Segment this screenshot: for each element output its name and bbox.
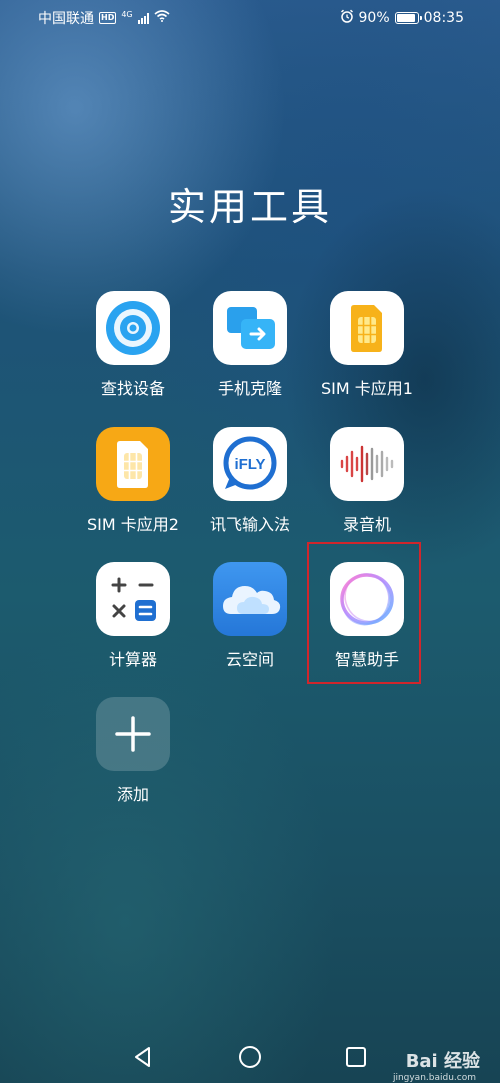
watermark: Bai 经验 [405, 1051, 480, 1072]
network-type: 4G [121, 9, 133, 19]
ifly-icon-text: iFLY [234, 456, 265, 473]
battery-icon [394, 12, 422, 24]
find-device-icon [96, 291, 170, 365]
status-bar: 中国联通 HD 4G 90% 08:35 [0, 0, 500, 36]
hd-badge: HD [99, 12, 117, 24]
folder-title: 实用工具 [167, 185, 332, 229]
wifi-icon [154, 10, 170, 26]
status-left: 中国联通 HD 4G [38, 8, 170, 28]
battery-percent: 90% [358, 10, 390, 26]
back-icon[interactable] [130, 1044, 156, 1070]
app-phone-clone[interactable]: 手机克隆 [191, 291, 309, 399]
add-icon [96, 697, 170, 771]
recorder-icon [330, 427, 404, 501]
sim-card-icon [330, 291, 404, 365]
app-label: 云空间 [225, 650, 274, 669]
app-label: 计算器 [108, 650, 157, 669]
app-label: 查找设备 [100, 379, 165, 398]
app-cloud[interactable]: 云空间 [191, 562, 309, 670]
app-sim-1[interactable]: SIM 卡应用1 [308, 291, 426, 399]
ifly-icon: iFLY [213, 427, 287, 501]
app-calculator[interactable]: 计算器 [74, 562, 192, 670]
cloud-icon [213, 562, 287, 636]
status-right: 90% 08:35 [340, 9, 464, 27]
recents-icon[interactable] [343, 1044, 369, 1070]
carrier-name: 中国联通 [38, 11, 94, 27]
app-ifly-input[interactable]: iFLY 讯飞输入法 [191, 427, 309, 535]
clock: 08:35 [423, 10, 464, 26]
app-add[interactable]: 添加 [74, 697, 192, 805]
app-label: SIM 卡应用1 [321, 379, 413, 398]
app-label: 讯飞输入法 [209, 515, 290, 534]
highlight-box [307, 542, 421, 684]
app-recorder[interactable]: 录音机 [308, 427, 426, 535]
app-sim-2[interactable]: SIM 卡应用2 [74, 427, 192, 535]
home-icon[interactable] [237, 1044, 263, 1070]
app-label: 录音机 [342, 515, 391, 534]
calculator-icon [96, 562, 170, 636]
app-find-device[interactable]: 查找设备 [74, 291, 192, 399]
signal-icon [137, 12, 149, 24]
alarm-icon [340, 9, 354, 27]
app-label: SIM 卡应用2 [87, 515, 179, 534]
phone-clone-icon [213, 291, 287, 365]
app-label: 手机克隆 [217, 379, 282, 398]
watermark-url: jingyan.baidu.com [392, 1073, 476, 1083]
sim-card-icon [96, 427, 170, 501]
app-label: 添加 [116, 785, 149, 804]
